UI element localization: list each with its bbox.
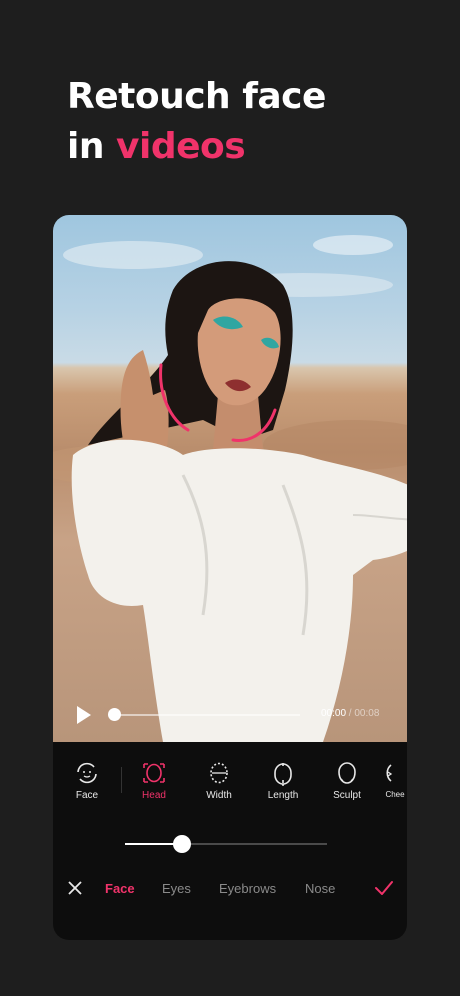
tool-face[interactable]: Face <box>57 760 117 801</box>
play-button[interactable] <box>75 705 93 725</box>
tool-length-label: Length <box>267 790 299 801</box>
tab-face[interactable]: Face <box>105 881 135 896</box>
headline: Retouch face in videos <box>67 72 326 172</box>
headline-line-1: Retouch face <box>67 76 326 117</box>
video-scrubber-track[interactable] <box>114 714 300 716</box>
face-length-icon <box>274 763 292 786</box>
intensity-slider[interactable] <box>53 822 407 867</box>
tool-head-label: Head <box>142 790 166 801</box>
bottom-bar: Face Eyes Eyebrows Nose <box>53 867 407 911</box>
tool-sculpt-label: Sculpt <box>333 790 361 801</box>
play-icon <box>77 706 91 724</box>
tool-cheek-label: Chee <box>385 790 405 799</box>
time-current: 00:00 <box>321 708 347 719</box>
video-player-controls: 00:00 / 00:08 <box>53 703 407 727</box>
sculpt-icon <box>338 762 356 784</box>
intensity-slider-handle[interactable] <box>173 835 191 853</box>
tab-nose[interactable]: Nose <box>305 881 335 896</box>
tool-cheek[interactable]: Chee <box>375 760 407 799</box>
tool-width[interactable]: Width <box>189 760 249 801</box>
tool-face-label: Face <box>75 790 99 801</box>
phone-mockup: 00:00 / 00:08 Face Head Width Length Scu… <box>53 215 407 940</box>
tool-sculpt[interactable]: Sculpt <box>317 760 377 801</box>
close-icon <box>68 881 82 895</box>
tool-divider <box>121 767 122 793</box>
close-button[interactable] <box>67 880 83 896</box>
tab-eyes[interactable]: Eyes <box>162 881 191 896</box>
video-scrubber-handle[interactable] <box>108 708 121 721</box>
head-icon <box>143 763 165 783</box>
confirm-button[interactable] <box>374 879 394 897</box>
video-frame-illustration <box>53 235 407 742</box>
face-width-icon <box>210 762 228 784</box>
tool-width-label: Width <box>206 790 232 801</box>
check-icon <box>375 881 393 895</box>
headline-accent-word: videos <box>116 126 246 167</box>
tool-bar: Face Head Width Length Sculpt Chee <box>53 742 407 822</box>
tool-length[interactable]: Length <box>253 760 313 801</box>
tool-head[interactable]: Head <box>124 760 184 801</box>
headline-line-2: in videos <box>67 122 326 172</box>
face-rotate-icon <box>77 762 97 784</box>
headline-line-2-prefix: in <box>67 126 104 167</box>
cheek-icon <box>386 764 393 782</box>
time-total: 00:08 <box>354 708 380 719</box>
video-preview[interactable]: 00:00 / 00:08 <box>53 215 407 742</box>
tab-eyebrows[interactable]: Eyebrows <box>219 881 276 896</box>
video-time: 00:00 / 00:08 <box>321 708 379 719</box>
